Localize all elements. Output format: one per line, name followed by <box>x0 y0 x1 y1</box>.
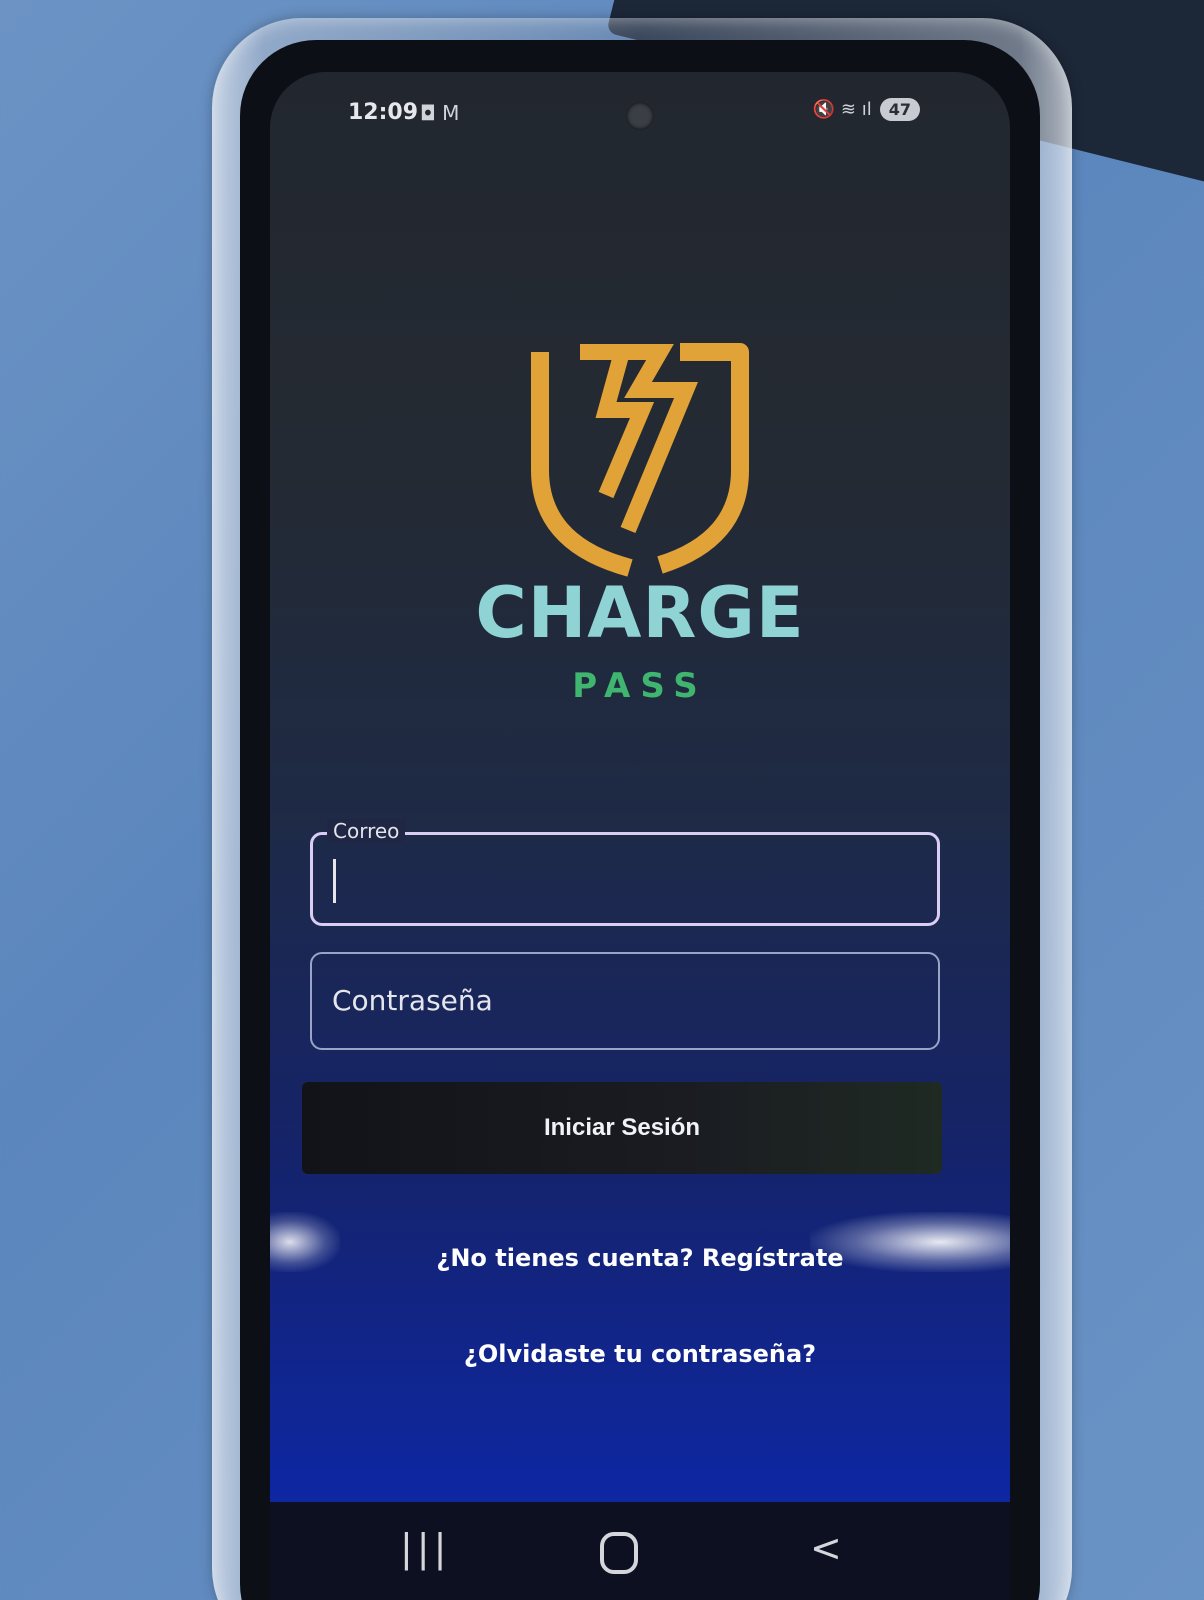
recent-apps-icon[interactable]: ||| <box>400 1526 450 1570</box>
email-field[interactable]: Correo <box>310 819 940 926</box>
status-bar: 12:09 ◘ M 🔇 ≋ ıl 47 <box>270 92 1010 136</box>
battery-level: 47 <box>879 98 920 121</box>
notification-icons: ◘ M <box>420 101 460 125</box>
signal-icons: 🔇 ≋ ıl <box>812 99 872 120</box>
home-icon[interactable] <box>600 1532 638 1574</box>
status-right-icons: 🔇 ≋ ıl 47 <box>813 98 920 121</box>
status-time: 12:09 <box>348 100 419 125</box>
brand-title: CHARGE <box>475 572 805 654</box>
text-caret <box>333 859 336 903</box>
brand-subtitle: PASS <box>572 666 708 706</box>
password-placeholder: Contraseña <box>332 984 493 1017</box>
password-field[interactable]: Contraseña <box>310 952 940 1050</box>
login-screen: 12:09 ◘ M 🔇 ≋ ıl 47 CHARGE PASS Correo C… <box>270 72 1010 1600</box>
front-camera <box>626 102 654 130</box>
navigation-bar: ||| < <box>270 1502 1010 1600</box>
forgot-password-link[interactable]: ¿Olvidaste tu contraseña? <box>270 1340 1010 1368</box>
back-icon[interactable]: < <box>810 1526 842 1570</box>
chargepass-logo-icon <box>510 330 770 580</box>
email-label: Correo <box>327 819 406 843</box>
login-button[interactable]: Iniciar Sesión <box>302 1082 942 1174</box>
light-glare <box>810 1212 1010 1272</box>
